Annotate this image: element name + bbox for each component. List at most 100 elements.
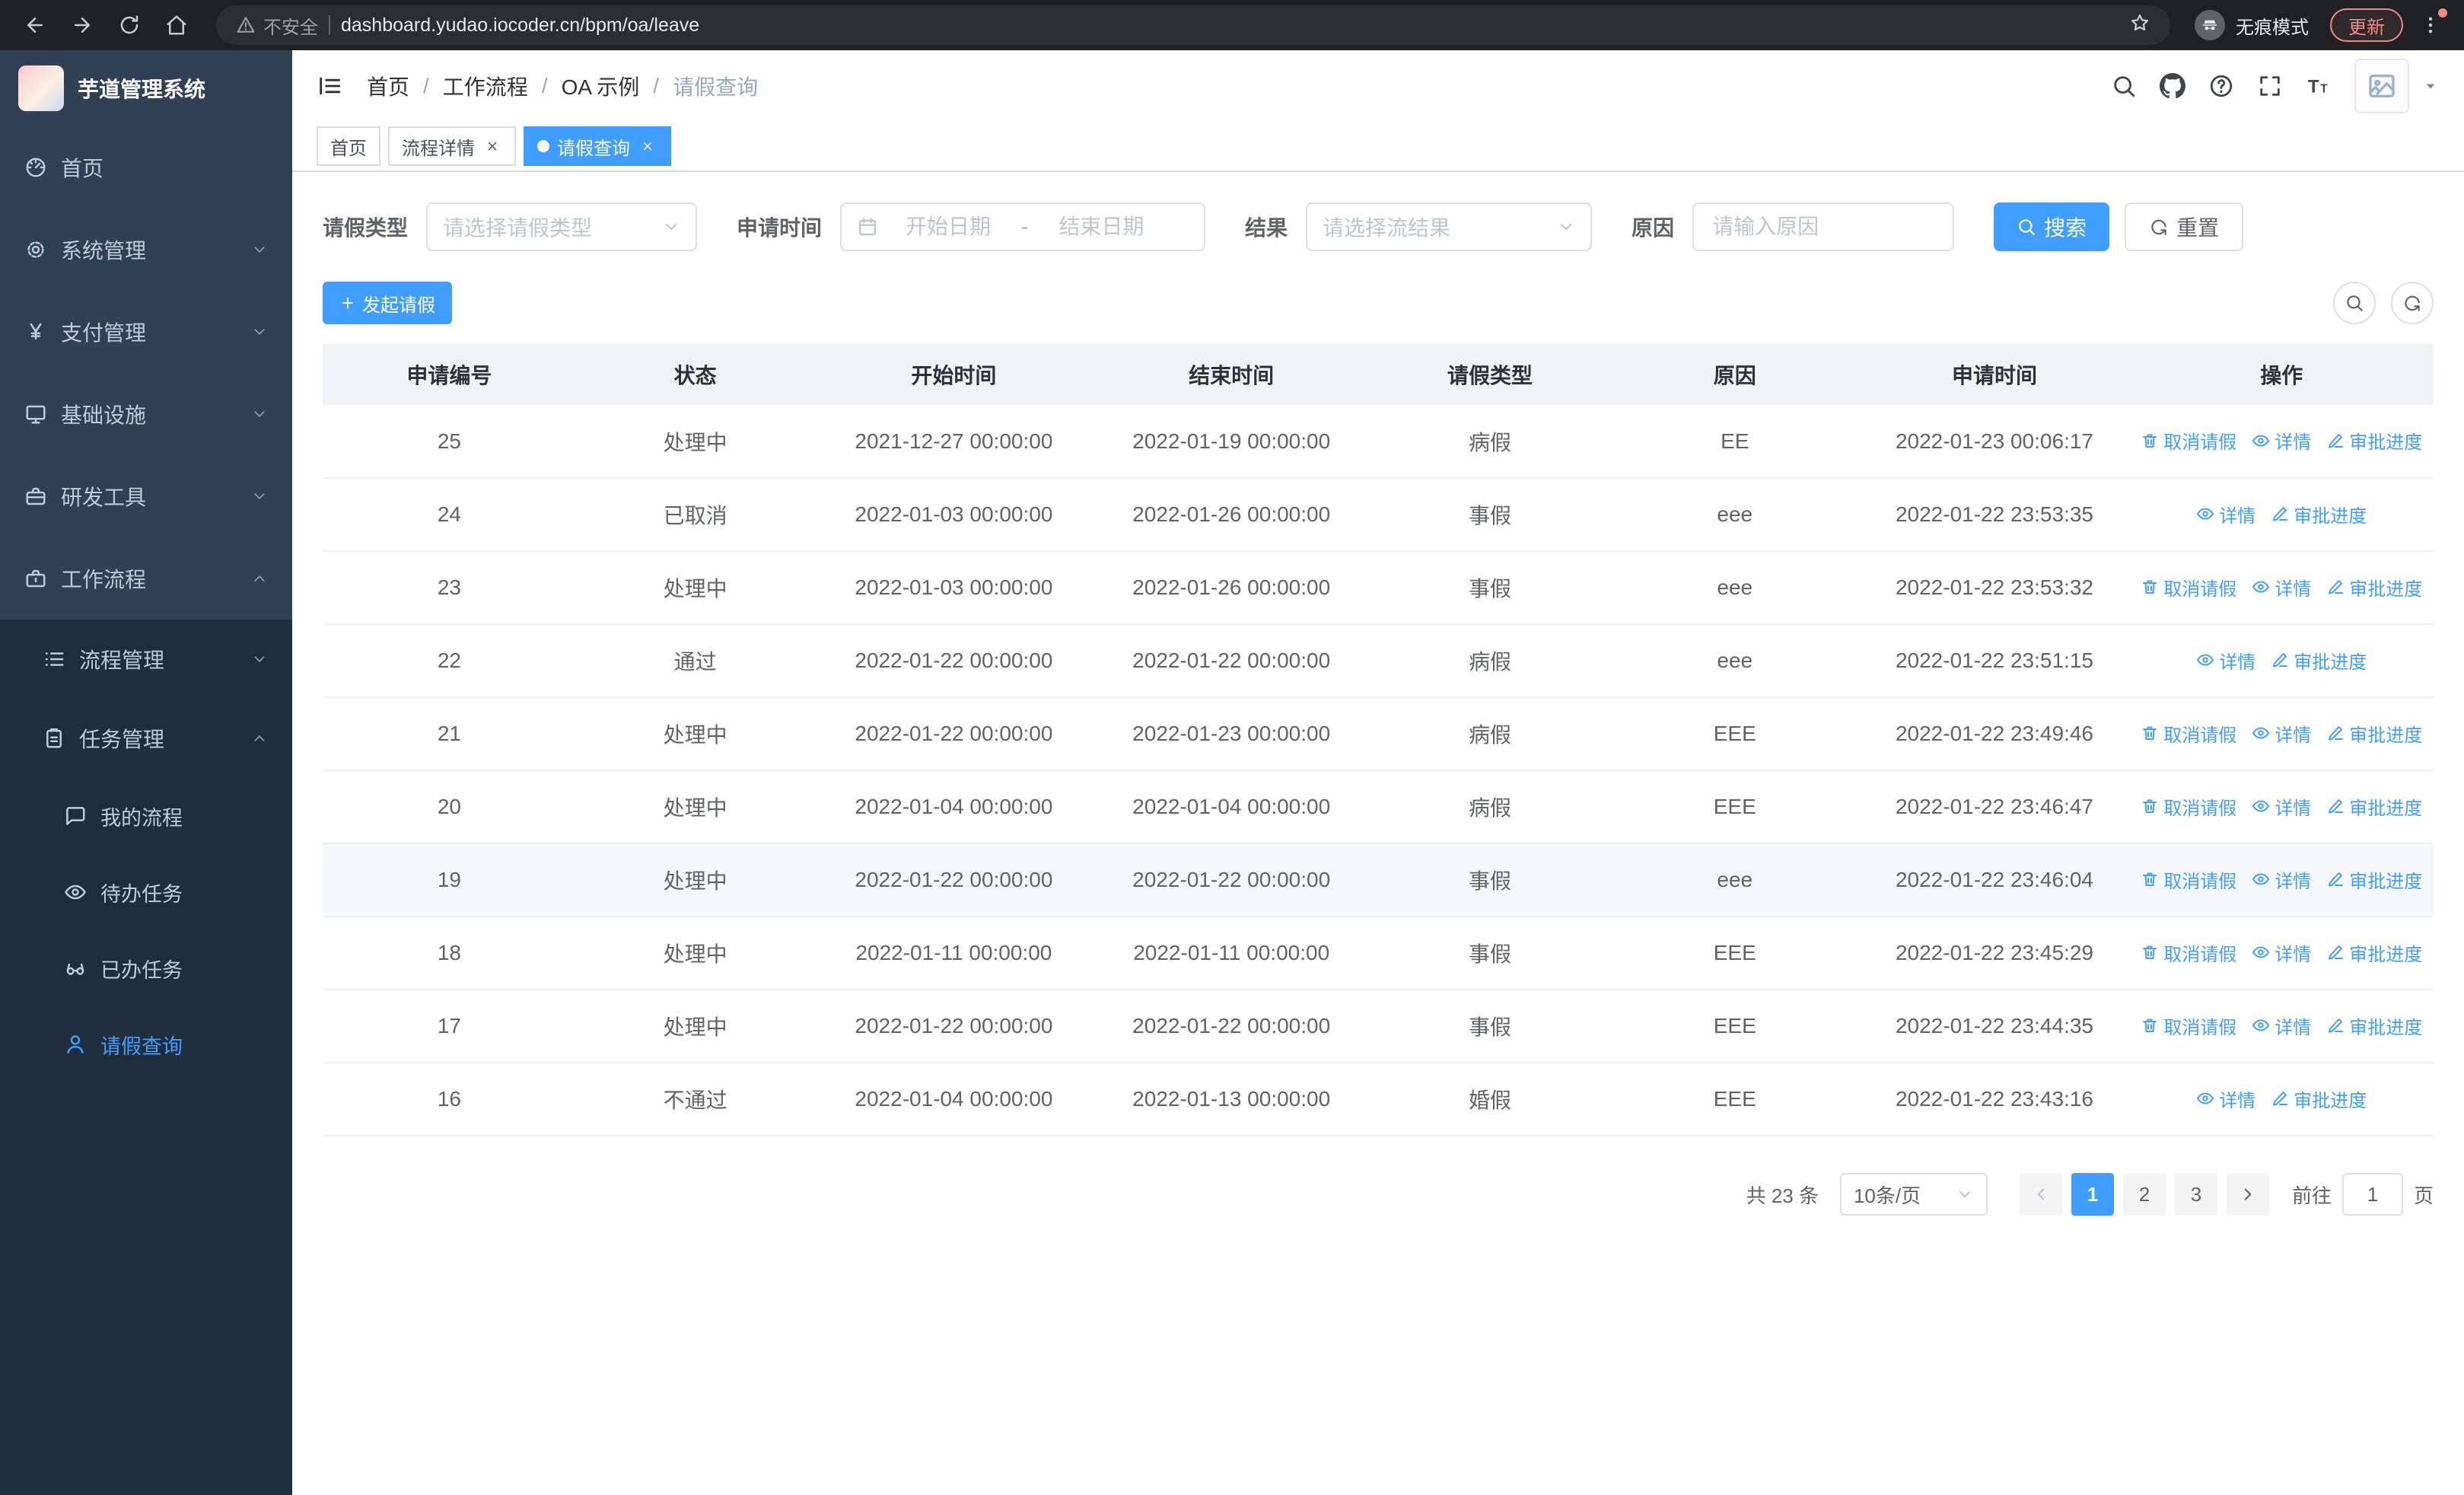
github-icon: [2160, 73, 2185, 99]
security-indicator[interactable]: 不安全: [236, 12, 318, 39]
cell-applied: 2022-01-22 23:46:47: [1859, 770, 2130, 844]
detail-link[interactable]: 详情: [2196, 647, 2255, 674]
sidebar-item-process-management[interactable]: 流程管理: [0, 620, 292, 699]
search-button[interactable]: 搜索: [1994, 202, 2110, 251]
page-button-3[interactable]: 3: [2174, 1173, 2217, 1216]
apply-time-range-picker[interactable]: -: [840, 202, 1206, 251]
approval-progress-link[interactable]: 审批进度: [2271, 501, 2367, 528]
sidebar-item-label: 工作流程: [61, 568, 147, 591]
leave-type-select[interactable]: 请选择请假类型: [426, 202, 698, 251]
action-label: 审批进度: [2349, 871, 2423, 892]
result-select[interactable]: 请选择流结果: [1306, 202, 1593, 251]
detail-link[interactable]: 详情: [2252, 427, 2311, 454]
fullscreen-button[interactable]: [2257, 73, 2283, 99]
cell-applied: 2022-01-22 23:45:29: [1859, 916, 2130, 990]
prev-page-button[interactable]: [2019, 1173, 2062, 1216]
browser-menu-button[interactable]: [2412, 7, 2449, 43]
page-size-select[interactable]: 10条/页: [1839, 1173, 1988, 1216]
approval-progress-link[interactable]: 审批进度: [2326, 574, 2422, 601]
trash-icon: [2141, 870, 2159, 888]
cell-start: 2022-01-04 00:00:00: [814, 1063, 1094, 1136]
cancel-leave-link[interactable]: 取消请假: [2141, 866, 2236, 893]
avatar[interactable]: [2354, 59, 2409, 113]
result-label: 结果: [1245, 216, 1288, 240]
address-bar[interactable]: 不安全 dashboard.yudao.iocoder.cn/bpm/oa/le…: [216, 5, 2170, 45]
toggle-search-button[interactable]: [2333, 282, 2376, 324]
cancel-leave-link[interactable]: 取消请假: [2141, 574, 2236, 601]
breadcrumb-item[interactable]: 首页: [367, 71, 409, 101]
cancel-leave-link[interactable]: 取消请假: [2141, 793, 2236, 820]
github-button[interactable]: [2160, 73, 2185, 99]
approval-progress-link[interactable]: 审批进度: [2326, 939, 2422, 966]
detail-link[interactable]: 详情: [2196, 501, 2255, 528]
approval-progress-link[interactable]: 审批进度: [2326, 1012, 2422, 1039]
approval-progress-link[interactable]: 审批进度: [2326, 793, 2422, 820]
view-tab[interactable]: 首页: [317, 126, 380, 166]
detail-link[interactable]: 详情: [2252, 939, 2311, 966]
next-page-button[interactable]: [2226, 1173, 2269, 1216]
approval-progress-link[interactable]: 审批进度: [2326, 427, 2422, 454]
browser-back-button[interactable]: [15, 5, 55, 45]
cancel-leave-link[interactable]: 取消请假: [2141, 427, 2236, 454]
sidebar-item-system-management[interactable]: 系统管理: [0, 209, 292, 291]
sidebar-item-workflow[interactable]: 工作流程: [0, 537, 292, 620]
reset-button[interactable]: 重置: [2125, 202, 2244, 251]
create-leave-button[interactable]: 发起请假: [323, 282, 452, 324]
goto-page: 前往 页: [2292, 1173, 2434, 1216]
breadcrumb-item[interactable]: 工作流程: [443, 71, 528, 101]
font-size-button[interactable]: TT: [2306, 73, 2332, 99]
sidebar-item-my-processes[interactable]: 我的流程: [0, 778, 292, 854]
approval-progress-link[interactable]: 审批进度: [2326, 720, 2422, 747]
sidebar-item-leave-query[interactable]: 请假查询: [0, 1006, 292, 1082]
page-button-1[interactable]: 1: [2071, 1173, 2114, 1216]
cell-status: 不通过: [575, 1063, 815, 1136]
approval-progress-link[interactable]: 审批进度: [2271, 647, 2367, 674]
start-date-input[interactable]: [884, 215, 1013, 239]
approval-progress-link[interactable]: 审批进度: [2271, 1085, 2367, 1112]
logo[interactable]: 芋道管理系统: [0, 50, 292, 126]
refresh-table-button[interactable]: [2391, 282, 2434, 324]
detail-link[interactable]: 详情: [2252, 720, 2311, 747]
detail-link[interactable]: 详情: [2252, 574, 2311, 601]
sidebar-item-todo-tasks[interactable]: 待办任务: [0, 854, 292, 930]
browser-forward-button[interactable]: [62, 5, 102, 45]
list-icon: [43, 648, 65, 671]
close-icon[interactable]: [638, 136, 657, 156]
action-label: 取消请假: [2163, 579, 2237, 600]
page-button-2[interactable]: 2: [2122, 1173, 2166, 1216]
sidebar-item-task-management[interactable]: 任务管理: [0, 699, 292, 778]
view-tab[interactable]: 请假查询: [524, 126, 671, 166]
collapse-sidebar-button[interactable]: [317, 73, 342, 99]
browser-reload-button[interactable]: [110, 5, 149, 45]
bookmark-star-button[interactable]: [2129, 12, 2150, 39]
cancel-leave-link[interactable]: 取消请假: [2141, 720, 2236, 747]
end-date-input[interactable]: [1037, 215, 1166, 239]
user-menu-caret[interactable]: [2421, 77, 2440, 95]
detail-link[interactable]: 详情: [2196, 1085, 2255, 1112]
action-label: 取消请假: [2163, 871, 2237, 892]
close-icon[interactable]: [482, 136, 502, 156]
goto-page-input[interactable]: [2341, 1173, 2403, 1216]
action-label: 取消请假: [2163, 432, 2237, 454]
breadcrumb-item[interactable]: OA 示例: [562, 71, 640, 101]
sidebar-item-home[interactable]: 首页: [0, 126, 292, 209]
sidebar-item-dev-tools[interactable]: 研发工具: [0, 455, 292, 537]
sidebar-item-infrastructure[interactable]: 基础设施: [0, 373, 292, 455]
detail-link[interactable]: 详情: [2252, 793, 2311, 820]
help-button[interactable]: [2208, 73, 2234, 99]
detail-link[interactable]: 详情: [2252, 866, 2311, 893]
reason-input[interactable]: [1692, 202, 1955, 251]
sidebar-item-done-tasks[interactable]: 已办任务: [0, 930, 292, 1006]
approval-progress-link[interactable]: 审批进度: [2326, 866, 2422, 893]
star-icon: [2129, 12, 2150, 33]
cancel-leave-link[interactable]: 取消请假: [2141, 1012, 2236, 1039]
cell-reason: eee: [1610, 624, 1860, 698]
sidebar-item-payment-management[interactable]: 支付管理: [0, 291, 292, 373]
eye-icon: [2252, 432, 2270, 450]
browser-update-button[interactable]: 更新: [2330, 8, 2403, 42]
view-tab[interactable]: 流程详情: [388, 126, 516, 166]
header-search-button[interactable]: [2111, 73, 2137, 99]
detail-link[interactable]: 详情: [2252, 1012, 2311, 1039]
cancel-leave-link[interactable]: 取消请假: [2141, 939, 2236, 966]
browser-home-button[interactable]: [157, 5, 196, 45]
